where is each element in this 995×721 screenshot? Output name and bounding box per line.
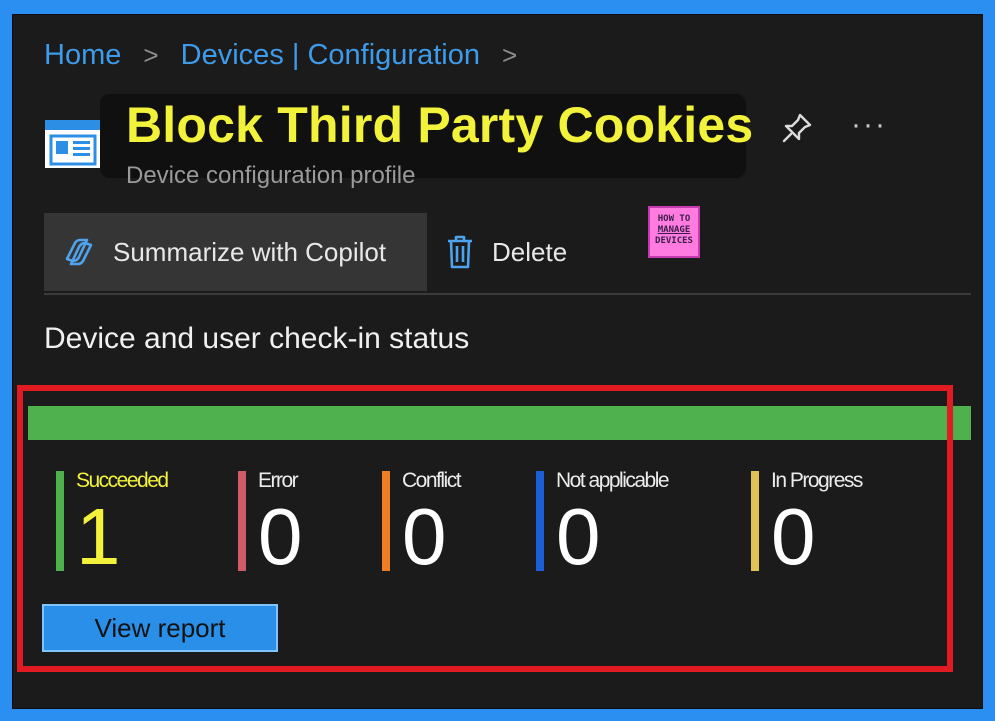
watermark-text: HOW TO: [657, 214, 691, 224]
breadcrumb-home[interactable]: Home: [44, 39, 121, 72]
breadcrumb: Home > Devices | Configuration >: [44, 38, 531, 72]
delete-button-label: Delete: [492, 236, 568, 267]
annotation-highlight-box: [17, 385, 953, 672]
delete-button[interactable]: Delete: [446, 213, 567, 291]
breadcrumb-separator: >: [502, 39, 518, 70]
checkin-status-heading: Device and user check-in status: [44, 322, 470, 355]
page-subtitle: Device configuration profile: [126, 162, 416, 189]
configuration-profile-icon: [45, 120, 101, 168]
command-bar: Summarize with Copilot Delete: [44, 213, 971, 295]
watermark-text: DEVICES: [655, 236, 693, 246]
breadcrumb-devices-configuration[interactable]: Devices | Configuration: [181, 39, 480, 72]
copilot-button-label: Summarize with Copilot: [113, 236, 387, 267]
watermark-logo: HOW TO MANAGE DEVICES: [648, 206, 700, 258]
pin-icon[interactable]: [780, 111, 814, 145]
page-title: Block Third Party Cookies: [126, 97, 754, 153]
watermark-text: MANAGE: [657, 225, 691, 235]
trash-icon: [448, 235, 472, 269]
copilot-icon: [65, 238, 93, 266]
summarize-with-copilot-button[interactable]: Summarize with Copilot: [44, 213, 427, 291]
more-options-icon[interactable]: ···: [851, 108, 887, 142]
breadcrumb-separator: >: [143, 39, 159, 70]
